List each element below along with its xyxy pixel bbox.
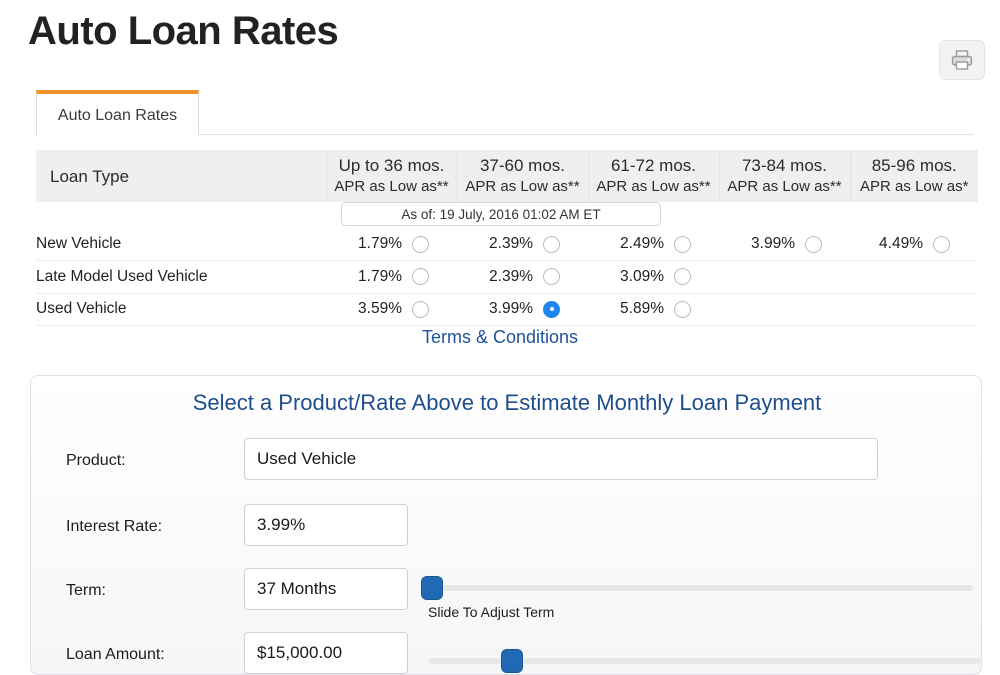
tab-auto-loan-rates[interactable]: Auto Loan Rates <box>36 90 199 135</box>
calculator-heading: Select a Product/Rate Above to Estimate … <box>192 390 822 415</box>
rates-table-header: Loan Type Up to 36 mos. APR as Low as** … <box>36 150 978 202</box>
rate-cell-empty <box>850 293 978 326</box>
row-label-new-vehicle: New Vehicle <box>36 228 326 261</box>
rate-value: 4.49% <box>879 235 923 252</box>
term-slider[interactable] <box>421 576 973 600</box>
rate-radio[interactable] <box>543 235 560 253</box>
print-icon <box>950 49 974 71</box>
rate-radio-selected[interactable] <box>543 300 560 318</box>
rate-radio[interactable] <box>543 268 560 286</box>
rate-cell: 1.79% <box>326 228 457 261</box>
rate-radio[interactable] <box>674 300 691 318</box>
rate-value: 3.99% <box>489 300 533 318</box>
product-label: Product: <box>66 452 126 469</box>
row-label-late-model-used-vehicle: Late Model Used Vehicle <box>36 260 326 294</box>
table-row: Late Model Used Vehicle 1.79% 2.39% 3.09… <box>36 260 978 294</box>
rate-radio[interactable] <box>933 235 950 253</box>
loan-calculator-panel: Select a Product/Rate Above to Estimate … <box>30 375 982 675</box>
as-of-row: As of: 19 July, 2016 01:02 AM ET <box>36 202 978 228</box>
column-header-loan-type: Loan Type <box>36 150 326 202</box>
rate-radio[interactable] <box>674 268 691 286</box>
rate-cell: 3.59% <box>326 293 457 326</box>
column-apr-note: APR as Low as** <box>596 178 711 195</box>
interest-rate-input[interactable]: 3.99% <box>244 504 408 546</box>
rate-cell: 2.49% <box>588 228 719 261</box>
rate-radio[interactable] <box>412 268 429 286</box>
column-header-73-84-mos: 73-84 mos. APR as Low as** <box>718 150 850 202</box>
term-input[interactable]: 37 Months <box>244 568 408 610</box>
rate-value: 1.79% <box>358 235 402 252</box>
rate-cell: 3.09% <box>588 260 719 294</box>
rate-cell-empty <box>850 260 978 294</box>
rate-value: 3.09% <box>620 267 664 285</box>
column-header-85-96-mos: 85-96 mos. APR as Low as* <box>849 150 978 202</box>
column-apr-note: APR as Low as* <box>860 178 969 195</box>
as-of-cell: As of: 19 July, 2016 01:02 AM ET <box>36 202 978 228</box>
rate-value: 3.59% <box>358 300 402 318</box>
rate-radio[interactable] <box>412 235 429 253</box>
rate-value: 5.89% <box>620 300 664 318</box>
column-period: Up to 36 mos. <box>338 156 445 175</box>
tab-label: Auto Loan Rates <box>57 106 178 124</box>
rate-cell-empty <box>719 293 850 326</box>
rate-cell: 5.89% <box>588 293 719 326</box>
column-period: 73-84 mos. <box>741 156 828 175</box>
column-header-up-to-36-mos: Up to 36 mos. APR as Low as** <box>325 150 457 202</box>
column-apr-note: APR as Low as** <box>465 178 580 195</box>
page-title: Auto Loan Rates <box>28 9 339 53</box>
rate-value: 3.99% <box>751 235 795 252</box>
column-period: 85-96 mos. <box>871 156 957 175</box>
rate-cell: 3.99% <box>457 293 588 326</box>
loan-amount-label: Loan Amount: <box>66 646 165 663</box>
rates-table-body: As of: 19 July, 2016 01:02 AM ET New Veh… <box>36 202 978 326</box>
column-header-37-60-mos: 37-60 mos. APR as Low as** <box>456 150 588 202</box>
loan-amount-slider[interactable] <box>429 649 981 673</box>
rate-cell: 2.39% <box>457 228 588 261</box>
term-slider-handle[interactable] <box>421 576 443 600</box>
row-label-used-vehicle: Used Vehicle <box>36 293 326 326</box>
print-button[interactable] <box>939 40 985 80</box>
term-label: Term: <box>66 582 106 599</box>
rate-cell-empty <box>719 260 850 294</box>
interest-rate-label: Interest Rate: <box>66 518 163 535</box>
rate-cell: 4.49% <box>850 228 978 261</box>
column-period: 37-60 mos. <box>479 156 566 175</box>
rate-cell: 1.79% <box>326 260 457 294</box>
rate-radio[interactable] <box>412 300 429 318</box>
column-apr-note: APR as Low as** <box>334 178 449 195</box>
rates-table: Loan Type Up to 36 mos. APR as Low as** … <box>36 150 978 326</box>
table-row: Used Vehicle 3.59% 3.99% 5.89% <box>36 293 978 326</box>
rate-value: 2.39% <box>489 267 533 285</box>
term-slider-track[interactable] <box>421 585 973 591</box>
rate-cell: 2.39% <box>457 260 588 294</box>
as-of-badge: As of: 19 July, 2016 01:02 AM ET <box>341 202 661 226</box>
rate-value: 2.49% <box>620 235 664 252</box>
rate-value: 1.79% <box>358 267 402 285</box>
rate-radio[interactable] <box>805 235 822 253</box>
table-row: New Vehicle 1.79% 2.39% 2.49% 3.99% 4.49… <box>36 228 978 261</box>
rate-cell: 3.99% <box>719 228 850 261</box>
column-header-61-72-mos: 61-72 mos. APR as Low as** <box>587 150 719 202</box>
product-input[interactable]: Used Vehicle <box>244 438 878 480</box>
column-apr-note: APR as Low as** <box>727 178 842 195</box>
terms-and-conditions-link[interactable]: Terms & Conditions <box>0 327 1000 348</box>
term-slider-caption: Slide To Adjust Term <box>428 604 555 620</box>
column-period: 61-72 mos. <box>610 156 697 175</box>
rate-value: 2.39% <box>489 235 533 252</box>
rate-radio[interactable] <box>674 235 691 253</box>
tab-strip: Auto Loan Rates <box>36 90 974 135</box>
loan-amount-slider-handle[interactable] <box>501 649 523 673</box>
